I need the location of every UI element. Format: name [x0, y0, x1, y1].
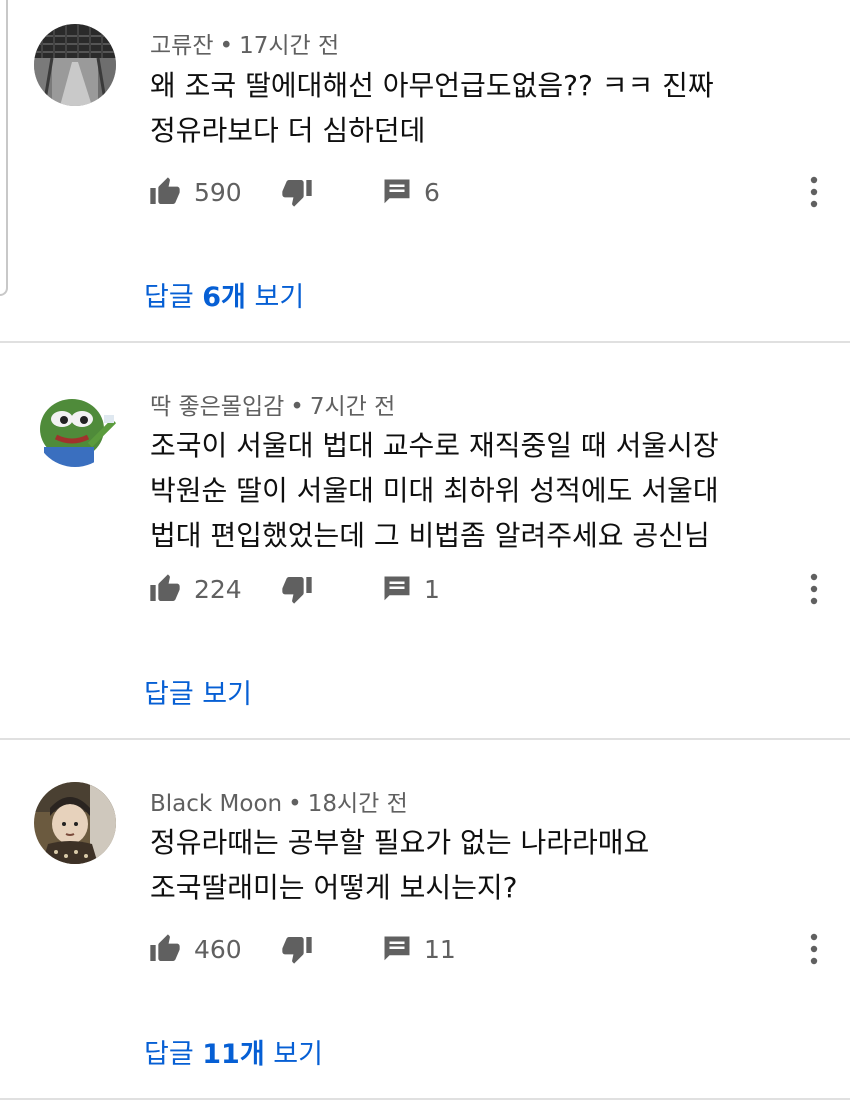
reply-count: 11	[424, 934, 456, 964]
like-button[interactable]: 460	[148, 929, 242, 969]
comment-line: 정유라보다 더 심하던데	[150, 114, 426, 147]
comment-text: 정유라때는 공부할 필요가 없는 나라라매요 조국딸래미는 어떻게 보시는지?	[150, 820, 810, 910]
thumb-down-icon	[282, 937, 312, 964]
divider	[0, 341, 850, 343]
view-replies-link[interactable]: 답글 보기	[144, 672, 252, 711]
thumb-down-icon	[282, 180, 312, 207]
separator-dot: •	[288, 791, 302, 817]
reply-count: 6	[424, 177, 440, 207]
comment-line: 박원순 딸이 서울대 미대 최하위 성적에도 서울대	[150, 474, 719, 507]
comment-icon	[384, 576, 410, 601]
view-replies-prefix: 답글	[144, 1039, 203, 1070]
like-count: 590	[194, 177, 242, 207]
divider	[0, 738, 850, 740]
avatar[interactable]	[34, 385, 116, 467]
avatar[interactable]	[34, 24, 116, 106]
comment-line: 왜 조국 딸에대해선 아무언급도없음?? ㅋㅋ 진짜	[150, 69, 714, 102]
thumb-up-icon	[150, 177, 180, 204]
like-count: 224	[194, 574, 242, 604]
reply-button[interactable]: 6	[382, 172, 440, 212]
view-replies-link[interactable]: 답글 11개 보기	[144, 1032, 323, 1071]
comment-line: 법대 편입했었는데 그 비법좀 알려주세요 공신님	[150, 519, 710, 552]
more-vert-icon	[810, 573, 818, 605]
reply-button[interactable]: 11	[382, 929, 456, 969]
like-button[interactable]: 590	[148, 172, 242, 212]
comment-time: 18시간 전	[307, 791, 408, 817]
comment-meta: Black Moon • 18시간 전	[150, 784, 408, 818]
thumb-up-icon	[150, 934, 180, 961]
author-name[interactable]: Black Moon	[150, 791, 282, 817]
like-count: 460	[194, 934, 242, 964]
comment-actions: 460 11	[148, 929, 828, 969]
thumb-up-icon	[150, 574, 180, 601]
view-replies-prefix: 답글 보기	[144, 679, 252, 710]
author-name[interactable]: 고류잔	[150, 33, 213, 59]
comment-actions: 224 1	[148, 569, 828, 609]
separator-dot: •	[219, 33, 234, 59]
comment-meta: 딱 좋은몰입감 • 7시간 전	[150, 387, 395, 421]
more-options-button[interactable]	[804, 172, 824, 212]
like-button[interactable]: 224	[148, 569, 242, 609]
view-replies-link[interactable]: 답글 6개 보기	[144, 275, 304, 314]
separator-dot: •	[290, 394, 304, 420]
comment-line: 조국딸래미는 어떻게 보시는지?	[150, 871, 518, 904]
more-vert-icon	[810, 176, 818, 208]
comment-line: 정유라때는 공부할 필요가 없는 나라라매요	[150, 826, 650, 859]
comment-text: 왜 조국 딸에대해선 아무언급도없음?? ㅋㅋ 진짜 정유라보다 더 심하던데	[150, 63, 810, 153]
reply-count: 1	[424, 574, 440, 604]
comment-text: 조국이 서울대 법대 교수로 재직중일 때 서울시장 박원순 딸이 서울대 미대…	[150, 423, 810, 558]
comment-meta: 고류잔 • 17시간 전	[150, 26, 339, 60]
more-options-button[interactable]	[804, 569, 824, 609]
avatar[interactable]	[34, 782, 116, 864]
view-replies-prefix: 답글	[144, 282, 203, 313]
more-vert-icon	[810, 933, 818, 965]
dislike-button[interactable]	[280, 569, 314, 609]
comment-line: 조국이 서울대 법대 교수로 재직중일 때 서울시장	[150, 429, 719, 462]
comment-icon	[384, 179, 410, 204]
previous-panel-edge	[0, 0, 8, 296]
dislike-button[interactable]	[280, 929, 314, 969]
comment-time: 17시간 전	[239, 33, 340, 59]
divider	[0, 1098, 850, 1100]
comment-time: 7시간 전	[309, 394, 396, 420]
view-replies-count: 11개	[202, 1039, 265, 1070]
author-name[interactable]: 딱 좋은몰입감	[150, 394, 284, 420]
comment-actions: 590 6	[148, 172, 828, 212]
thumb-down-icon	[282, 577, 312, 604]
view-replies-suffix: 보기	[245, 282, 305, 313]
dislike-button[interactable]	[280, 172, 314, 212]
comment-icon	[384, 936, 410, 961]
view-replies-count: 6개	[202, 282, 246, 313]
reply-button[interactable]: 1	[382, 569, 440, 609]
view-replies-suffix: 보기	[264, 1039, 323, 1070]
more-options-button[interactable]	[804, 929, 824, 969]
